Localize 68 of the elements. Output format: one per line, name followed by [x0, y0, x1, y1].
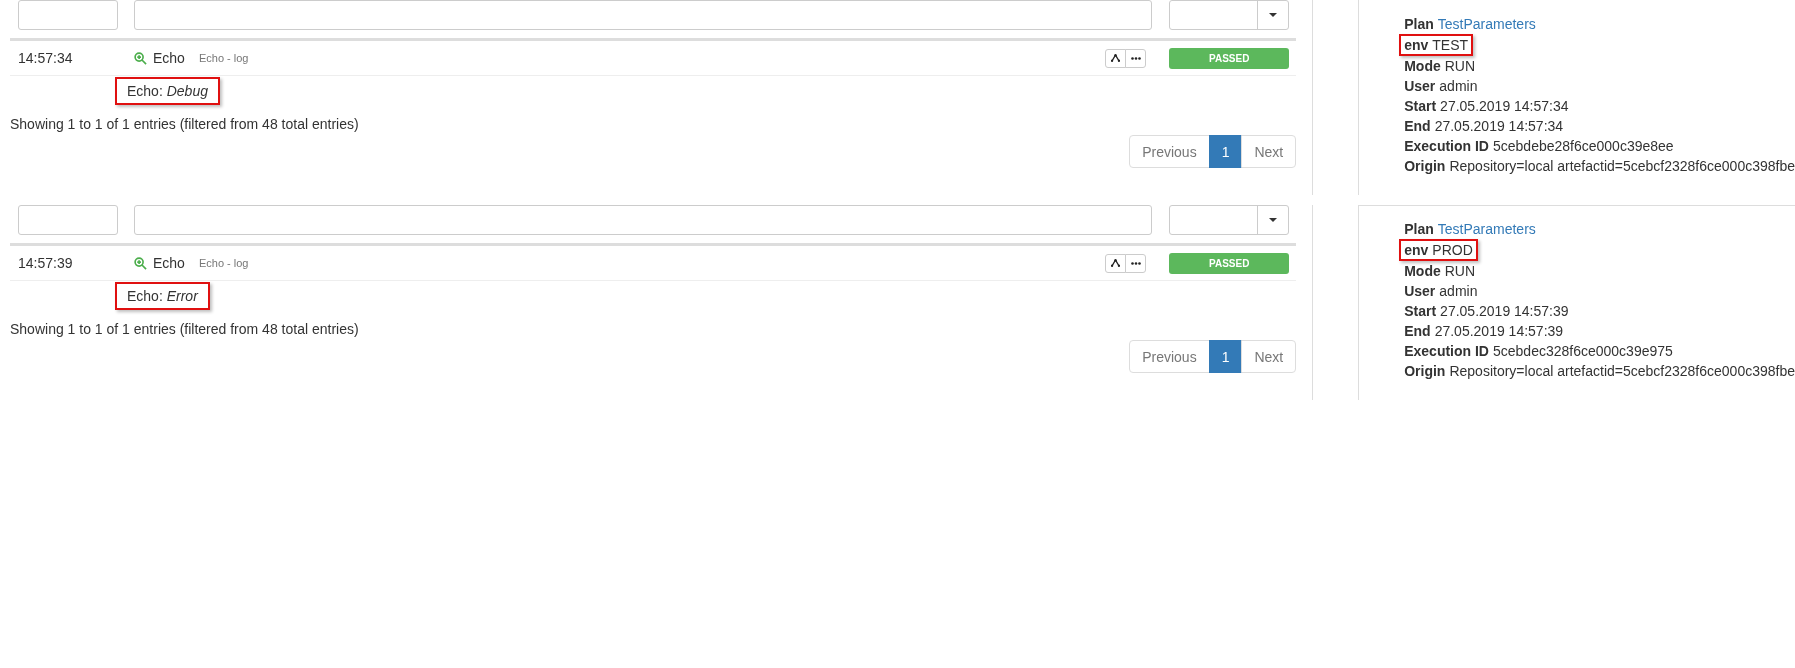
detail-label: Mode [1404, 262, 1441, 281]
status-badge: PASSED [1169, 252, 1290, 274]
detail-label: Execution ID [1404, 137, 1489, 156]
detail-value: TEST [1432, 36, 1469, 54]
detail-label: env [1404, 241, 1429, 259]
page-button[interactable]: Next [1241, 135, 1297, 168]
filter-field[interactable] [134, 205, 1153, 235]
detail-value: RUN [1444, 57, 1476, 76]
detail-label: Origin [1404, 157, 1446, 176]
more-button[interactable] [1125, 48, 1147, 68]
filter-select[interactable] [1169, 205, 1290, 235]
detail-label: End [1404, 322, 1431, 341]
detail-label: env [1404, 36, 1429, 54]
plan-link[interactable]: TestParameters [1437, 219, 1536, 239]
detail-value: Repository=local artefactid=5cebcf2328f6ce000c398fbe [1449, 157, 1795, 176]
filter-field[interactable] [134, 0, 1153, 30]
detail-value: 27.05.2019 14:57:39 [1434, 322, 1564, 341]
detail-value: admin [1439, 282, 1478, 301]
filter-select[interactable] [1169, 0, 1290, 30]
detail-label: Plan [1404, 220, 1434, 239]
detail-value: PROD [1432, 241, 1473, 259]
zoom-in-icon[interactable] [134, 51, 147, 65]
more-button[interactable] [1125, 253, 1147, 273]
plan-link[interactable]: TestParameters [1437, 14, 1536, 34]
detail-value: admin [1439, 77, 1478, 96]
detail-label: Mode [1404, 57, 1441, 76]
detail-label: User [1404, 282, 1436, 301]
step-name: Echo [153, 255, 185, 271]
ellipsis-icon [1130, 56, 1141, 60]
entries-info: Showing 1 to 1 of 1 entries (filtered from 48 total entries) [10, 321, 360, 337]
detail-value: 5cebdec328f6ce000c39e975 [1493, 342, 1673, 361]
filter-field[interactable] [18, 0, 118, 30]
step-name: Echo [153, 50, 185, 66]
page-button[interactable]: Next [1241, 340, 1297, 373]
tree-button[interactable] [1105, 48, 1127, 68]
fork-icon [1111, 54, 1121, 62]
log-message: Echo: Error [115, 282, 210, 310]
detail-value: 27.05.2019 14:57:34 [1440, 97, 1569, 116]
detail-value: 5cebdebe28f6ce000c39e8ee [1493, 137, 1674, 156]
page-button[interactable]: 1 [1208, 340, 1243, 373]
time-cell-text: 14:57:39 [17, 255, 74, 271]
filter-field[interactable] [18, 205, 118, 235]
ellipsis-icon [1130, 261, 1141, 265]
page-button[interactable]: Previous [1129, 135, 1210, 168]
caret-icon [1269, 13, 1278, 17]
detail-value: 27.05.2019 14:57:34 [1434, 117, 1564, 136]
detail-value: Repository=local artefactid=5cebcf2328f6ce000c398fbe [1449, 362, 1795, 381]
detail-label: Execution ID [1404, 342, 1489, 361]
detail-value: RUN [1444, 262, 1476, 281]
status-badge: PASSED [1169, 47, 1290, 69]
detail-value: 27.05.2019 14:57:39 [1440, 302, 1569, 321]
page-button[interactable]: 1 [1208, 135, 1243, 168]
step-description: Echo - log [198, 52, 249, 64]
fork-icon [1111, 259, 1121, 267]
detail-label: Origin [1404, 362, 1446, 381]
step-description: Echo - log [198, 257, 249, 269]
page-button[interactable]: Previous [1129, 340, 1210, 373]
detail-label: User [1404, 77, 1436, 96]
detail-label: Start [1404, 302, 1437, 321]
entries-info: Showing 1 to 1 of 1 entries (filtered from 48 total entries) [10, 116, 360, 132]
detail-label: End [1404, 117, 1431, 136]
detail-label: Start [1404, 97, 1437, 116]
detail-label: Plan [1404, 15, 1434, 34]
log-message: Echo: Debug [115, 77, 220, 105]
tree-button[interactable] [1105, 253, 1127, 273]
caret-icon [1269, 218, 1278, 222]
time-cell-text: 14:57:34 [17, 50, 74, 66]
zoom-in-icon[interactable] [134, 256, 147, 270]
